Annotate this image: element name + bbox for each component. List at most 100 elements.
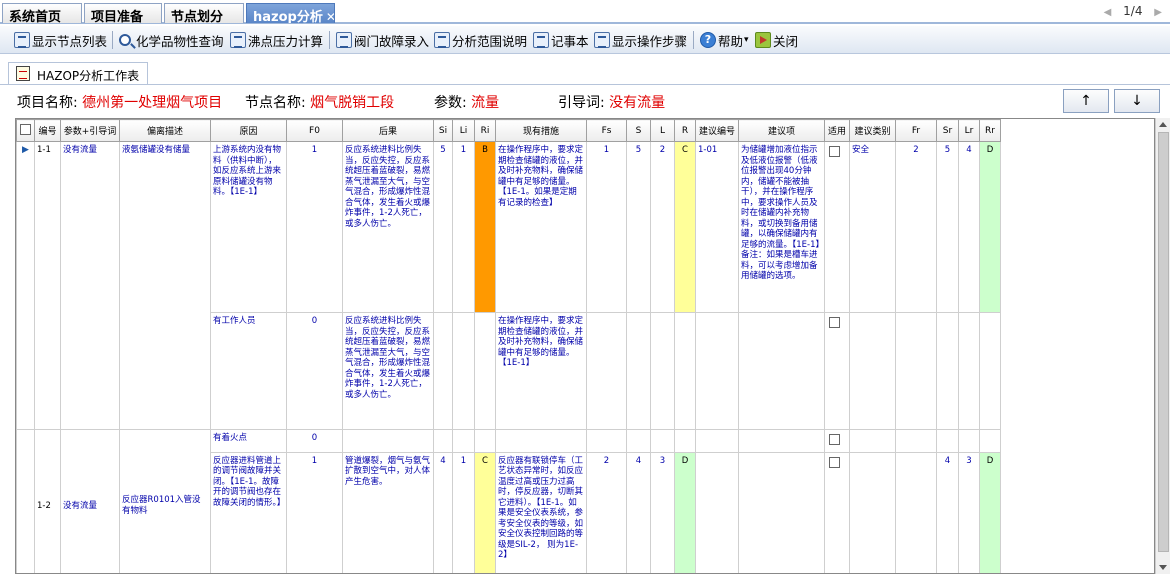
column-header[interactable]: Fs bbox=[586, 119, 627, 142]
column-header[interactable]: Sr bbox=[936, 119, 959, 142]
cell-id[interactable]: 1-1 bbox=[34, 141, 61, 430]
column-header[interactable]: 参数+引导词 bbox=[60, 119, 120, 142]
cell-lr[interactable]: 4 bbox=[958, 141, 980, 313]
column-header[interactable]: L bbox=[650, 119, 675, 142]
row-indicator[interactable] bbox=[16, 429, 35, 573]
cell-lr[interactable] bbox=[958, 429, 980, 453]
cell-lr[interactable]: 3 bbox=[958, 451, 980, 573]
cell-category[interactable]: 安全 bbox=[849, 141, 896, 313]
column-header[interactable]: 建议项 bbox=[738, 119, 825, 142]
cell-consequence[interactable] bbox=[342, 429, 434, 453]
cell-fs[interactable] bbox=[586, 312, 627, 430]
applicable-checkbox[interactable] bbox=[829, 317, 840, 328]
cell-category[interactable] bbox=[849, 312, 896, 430]
cell-s[interactable]: 5 bbox=[626, 141, 651, 313]
move-up-button[interactable]: ↑ bbox=[1063, 89, 1109, 113]
cell-consequence[interactable]: 管道爆裂，烟气与氨气扩散到空气中，对人体产生危害。 bbox=[342, 451, 434, 573]
cell-fr[interactable] bbox=[895, 429, 937, 453]
cell-param[interactable]: 没有流量 bbox=[60, 429, 120, 573]
move-down-button[interactable]: ↓ bbox=[1114, 89, 1160, 113]
cell-fr[interactable]: 2 bbox=[895, 141, 937, 313]
cell-suggestion-id[interactable] bbox=[695, 429, 739, 453]
cell-fs[interactable]: 2 bbox=[586, 451, 627, 573]
cell-f0[interactable]: 0 bbox=[286, 312, 343, 430]
cell-id[interactable]: 1-2 bbox=[34, 429, 61, 573]
cell-param[interactable]: 没有流量 bbox=[60, 141, 120, 430]
column-header[interactable]: F0 bbox=[286, 119, 343, 142]
cell-s[interactable] bbox=[626, 312, 651, 430]
cell-f0[interactable]: 1 bbox=[286, 141, 343, 313]
column-header[interactable]: 建议类别 bbox=[849, 119, 896, 142]
column-header[interactable]: 后果 bbox=[342, 119, 434, 142]
close-button[interactable]: 关闭 bbox=[755, 30, 798, 50]
cell-ri[interactable]: B bbox=[474, 141, 496, 313]
cell-f0[interactable]: 0 bbox=[286, 429, 343, 453]
tab-home[interactable]: 系统首页 bbox=[2, 3, 82, 23]
scroll-down-icon[interactable] bbox=[1159, 565, 1167, 570]
cell-sr[interactable]: 4 bbox=[936, 451, 959, 573]
cell-measure[interactable] bbox=[495, 429, 587, 453]
cell-measure[interactable]: 反应器有联锁停车（工艺状态异常时，如反应温度过高或压力过高时，停反应器，切断其它… bbox=[495, 451, 587, 573]
cell-si[interactable]: 4 bbox=[433, 451, 453, 573]
next-page-icon[interactable]: ▶ bbox=[1154, 7, 1162, 18]
column-header[interactable]: 建议编号 bbox=[695, 119, 739, 142]
cell-rr[interactable]: D bbox=[979, 141, 1001, 313]
cell-ri[interactable] bbox=[474, 312, 496, 430]
cell-suggestion-id[interactable] bbox=[695, 312, 739, 430]
tab-node-division[interactable]: 节点划分 bbox=[164, 3, 244, 23]
column-header[interactable]: Lr bbox=[958, 119, 980, 142]
scroll-thumb[interactable] bbox=[1158, 132, 1169, 552]
cell-measure[interactable]: 在操作程序中，要求定期检查储罐的液位，并及时补充物料，确保储罐中有足够的储量。【… bbox=[495, 312, 587, 430]
cell-category[interactable] bbox=[849, 429, 896, 453]
cell-cause[interactable]: 有着火点 bbox=[210, 429, 287, 453]
cell-suggestion[interactable] bbox=[738, 429, 825, 453]
cell-s[interactable]: 4 bbox=[626, 451, 651, 573]
valve-fault-button[interactable]: 阀门故障录入 bbox=[336, 30, 429, 50]
boiling-pressure-button[interactable]: 沸点压力计算 bbox=[230, 30, 323, 50]
column-header[interactable]: 现有措施 bbox=[495, 119, 587, 142]
cell-l[interactable]: 2 bbox=[650, 141, 675, 313]
tab-project-prep[interactable]: 项目准备 bbox=[84, 3, 162, 23]
tab-hazop-analysis[interactable]: hazop分析 ✕ bbox=[246, 3, 335, 23]
cell-suggestion[interactable] bbox=[738, 312, 825, 430]
cell-li[interactable] bbox=[452, 429, 475, 453]
column-header[interactable]: Si bbox=[433, 119, 453, 142]
show-node-list-button[interactable]: 显示节点列表 bbox=[14, 30, 107, 50]
close-icon[interactable]: ✕ bbox=[326, 10, 334, 23]
cell-si[interactable]: 5 bbox=[433, 141, 453, 313]
tab-hazop-worksheet[interactable]: HAZOP分析工作表 bbox=[8, 62, 148, 84]
column-header[interactable]: Rr bbox=[979, 119, 1001, 142]
cell-ri[interactable] bbox=[474, 429, 496, 453]
cell-li[interactable]: 1 bbox=[452, 451, 475, 573]
cell-li[interactable]: 1 bbox=[452, 141, 475, 313]
cell-sr[interactable] bbox=[936, 429, 959, 453]
column-header[interactable]: Li bbox=[452, 119, 475, 142]
cell-deviation[interactable]: 液氨储罐没有储量 bbox=[119, 141, 211, 430]
column-header[interactable]: 编号 bbox=[34, 119, 61, 142]
cell-fr[interactable] bbox=[895, 451, 937, 573]
notepad-button[interactable]: 记事本 bbox=[533, 30, 589, 50]
cell-l[interactable]: 3 bbox=[650, 451, 675, 573]
cell-r[interactable]: D bbox=[674, 451, 696, 573]
cell-suggestion[interactable]: 为储罐增加液位指示及低液位报警（低液位报警出现40分钟内，储罐不能被抽干），并在… bbox=[738, 141, 825, 313]
select-all-checkbox[interactable] bbox=[20, 123, 31, 135]
cell-applicable[interactable] bbox=[824, 141, 850, 313]
cell-si[interactable] bbox=[433, 312, 453, 430]
vertical-scrollbar[interactable] bbox=[1155, 118, 1170, 574]
cell-r[interactable]: C bbox=[674, 141, 696, 313]
cell-l[interactable] bbox=[650, 429, 675, 453]
scroll-up-icon[interactable] bbox=[1159, 122, 1167, 127]
cell-cause[interactable]: 反应器进料管道上的调节阀故障并关闭。【1E-1。故障开的调节阀也存在故障关闭的情… bbox=[210, 451, 287, 573]
cell-rr[interactable] bbox=[979, 312, 1001, 430]
cell-sr[interactable] bbox=[936, 312, 959, 430]
chemical-property-button[interactable]: 化学品物性查询 bbox=[119, 30, 224, 50]
cell-suggestion-id[interactable] bbox=[695, 451, 739, 573]
cell-f0[interactable]: 1 bbox=[286, 451, 343, 573]
cell-suggestion-id[interactable]: 1-01 bbox=[695, 141, 739, 313]
cell-l[interactable] bbox=[650, 312, 675, 430]
column-header[interactable]: 偏离描述 bbox=[119, 119, 211, 142]
row-indicator[interactable]: ▶ bbox=[16, 141, 35, 430]
cell-s[interactable] bbox=[626, 429, 651, 453]
column-header[interactable]: S bbox=[626, 119, 651, 142]
applicable-checkbox[interactable] bbox=[829, 456, 840, 468]
